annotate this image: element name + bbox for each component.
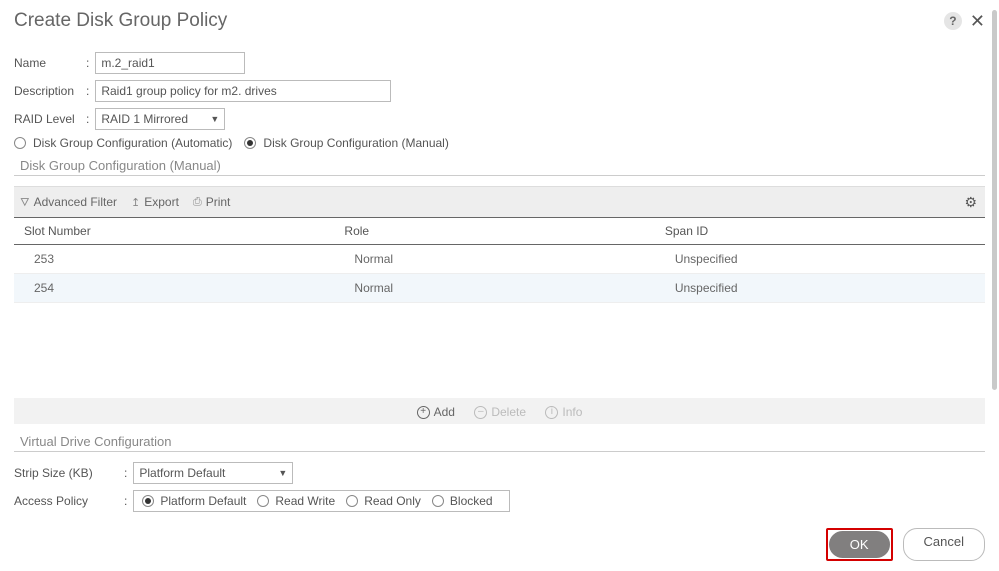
cancel-button[interactable]: Cancel [903, 528, 985, 561]
plus-icon: + [417, 406, 430, 419]
manual-section-title: Disk Group Configuration (Manual) [14, 158, 985, 173]
help-button[interactable]: ? [944, 12, 962, 30]
col-role[interactable]: Role [334, 218, 654, 245]
disk-group-table: Slot Number Role Span ID 253 Normal Unsp… [14, 218, 985, 303]
chevron-down-icon: ▼ [278, 468, 287, 478]
table-row[interactable]: 253 Normal Unspecified [14, 245, 985, 274]
filter-icon: 🜄 [20, 191, 30, 213]
description-label: Description [14, 84, 86, 98]
strip-size-select[interactable]: Platform Default ▼ [133, 462, 293, 484]
add-button[interactable]: + Add [417, 405, 455, 419]
access-blocked-radio[interactable] [432, 495, 444, 507]
export-icon: ↥ [131, 196, 140, 209]
access-platform-radio[interactable] [142, 495, 154, 507]
access-policy-label: Access Policy [14, 494, 124, 508]
access-ro-radio[interactable] [346, 495, 358, 507]
strip-size-label: Strip Size (KB) [14, 466, 124, 480]
access-rw-radio[interactable] [257, 495, 269, 507]
table-row[interactable]: 254 Normal Unspecified [14, 274, 985, 303]
dialog-title: Create Disk Group Policy [14, 10, 227, 32]
export-button[interactable]: ↥ Export [131, 195, 179, 209]
config-manual-radio[interactable] [244, 137, 256, 149]
scrollbar[interactable] [992, 10, 997, 390]
config-manual-label: Disk Group Configuration (Manual) [263, 136, 448, 150]
info-button: i Info [545, 405, 582, 419]
col-span[interactable]: Span ID [655, 218, 985, 245]
access-policy-group: Platform Default Read Write Read Only Bl… [133, 490, 509, 512]
ok-button-highlight: OK [826, 528, 893, 561]
raid-level-select[interactable]: RAID 1 Mirrored ▼ [95, 108, 225, 130]
dialog-footer: OK Cancel [826, 528, 985, 561]
advanced-filter-button[interactable]: 🜄 Advanced Filter [20, 191, 117, 213]
col-slot[interactable]: Slot Number [14, 218, 334, 245]
chevron-down-icon: ▼ [210, 114, 219, 124]
config-auto-radio[interactable] [14, 137, 26, 149]
ok-button[interactable]: OK [829, 531, 890, 558]
description-input[interactable] [95, 80, 391, 102]
config-auto-label: Disk Group Configuration (Automatic) [33, 136, 232, 150]
raid-level-label: RAID Level [14, 112, 86, 126]
info-icon: i [545, 406, 558, 419]
print-button[interactable]: ⎙ Print [193, 195, 231, 209]
name-label: Name [14, 56, 86, 70]
name-input[interactable] [95, 52, 245, 74]
virtual-section-title: Virtual Drive Configuration [14, 434, 985, 449]
delete-button: – Delete [474, 405, 526, 419]
trash-icon: – [474, 406, 487, 419]
gear-icon[interactable]: ⚙ [964, 194, 977, 211]
close-icon[interactable]: ✕ [970, 12, 985, 30]
print-icon: ⎙ [193, 196, 202, 209]
table-toolbar: 🜄 Advanced Filter ↥ Export ⎙ Print ⚙ [14, 186, 985, 218]
table-action-bar: + Add – Delete i Info [14, 398, 985, 424]
